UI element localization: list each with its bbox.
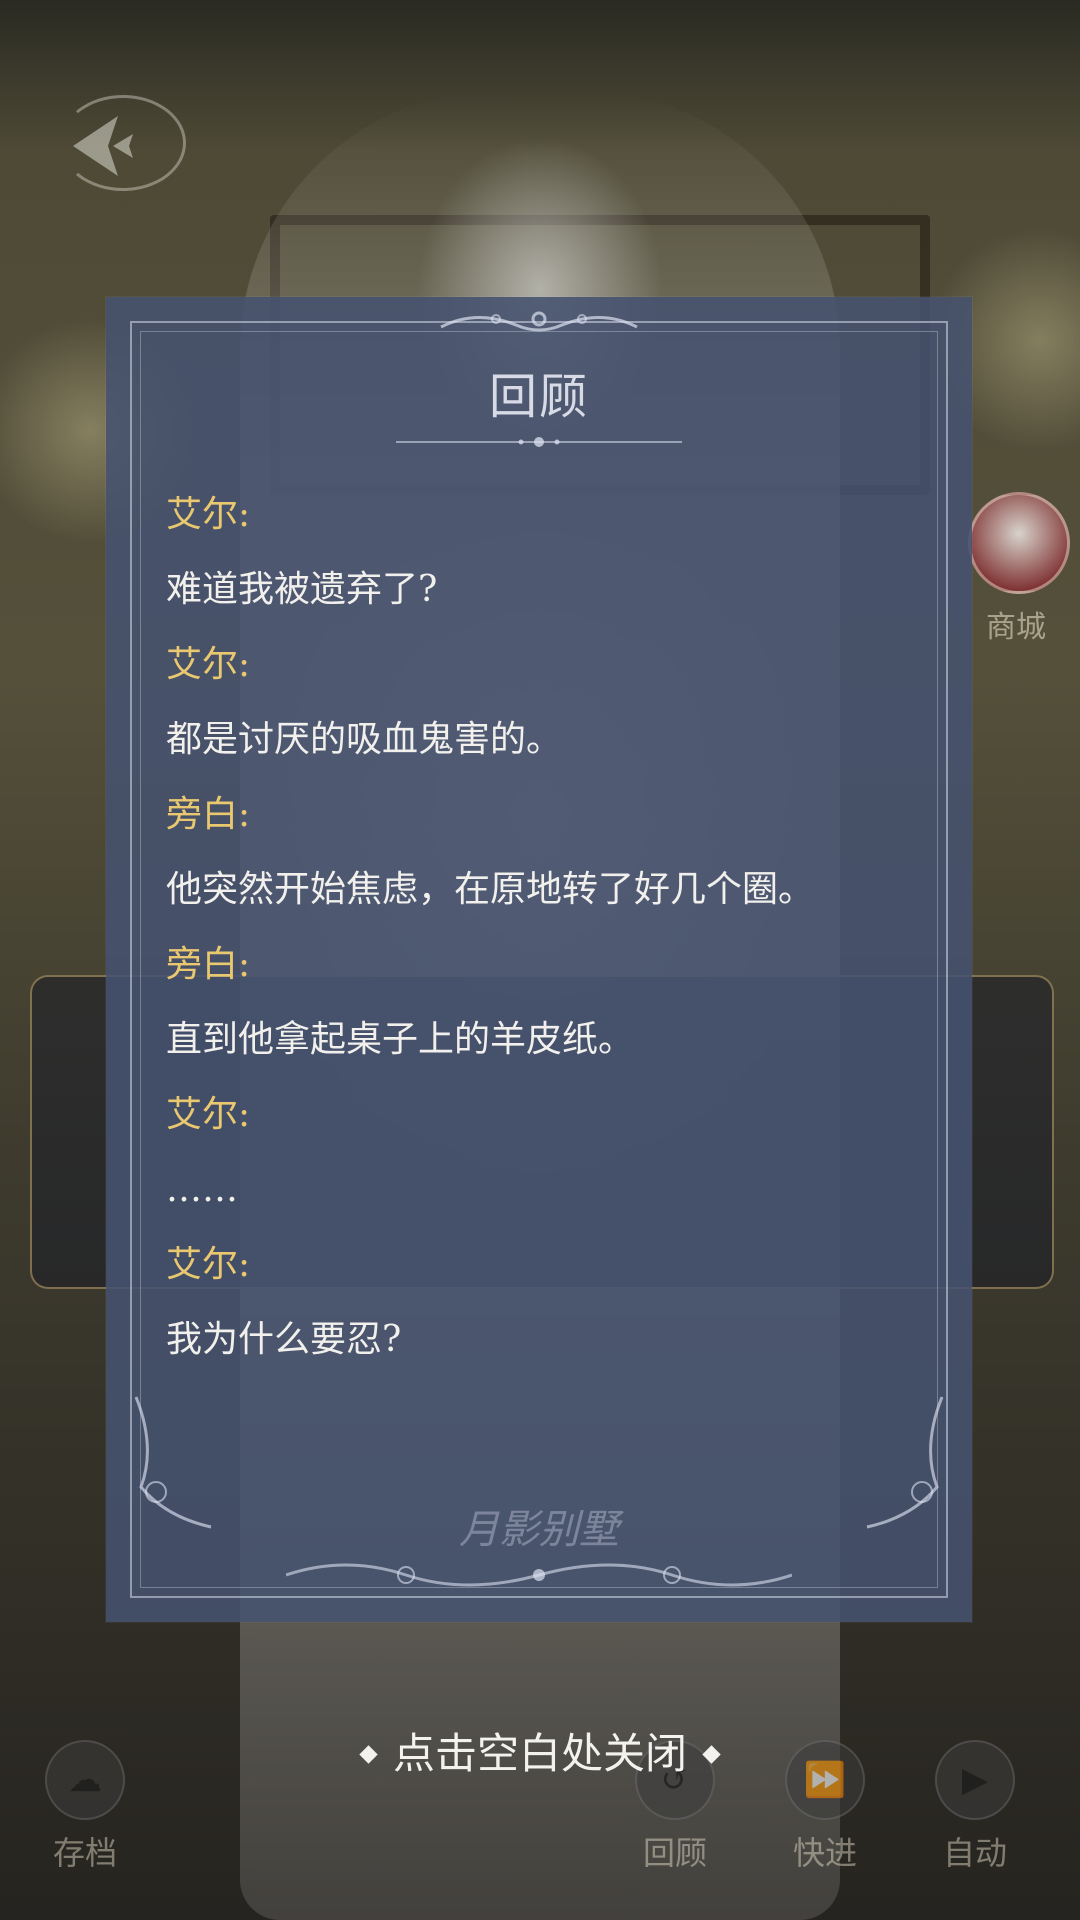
back-button[interactable] [60,95,186,191]
game-logo-watermark: 月影别墅 [459,1507,619,1553]
top-ornament-icon [440,311,638,332]
shop-label: 商城 [986,610,1046,645]
save-label: 存档 [52,1834,117,1872]
dialogue-line: …… [166,1169,238,1210]
review-entry: 旁白: 直到他拿起桌子上的羊皮纸。 [166,927,906,1077]
review-panel[interactable]: 回顾 艾尔: 难道我被遗弃了? 艾尔: 都是讨厌的吸血鬼害的。 旁白: 他突然开… [106,297,972,1622]
panel-title: 回顾 [488,369,589,425]
title-divider-icon [396,437,682,447]
speaker-name: 艾尔: [166,1094,251,1135]
dialogue-line: 他突然开始焦虑，在原地转了好几个圈。 [166,869,815,910]
speaker-name: 旁白: [166,794,251,835]
speaker-name: 艾尔: [166,644,251,685]
corner-ornament-icon [134,1396,212,1529]
review-entry: 艾尔: 难道我被遗弃了? [166,477,906,627]
dialogue-line: 难道我被遗弃了? [166,569,438,610]
close-hint-text: 点击空白处关闭 [392,1729,687,1778]
speaker-name: 艾尔: [166,494,251,535]
auto-label: 自动 [942,1834,1007,1872]
review-entry: 旁白: 他突然开始焦虑，在原地转了好几个圈。 [166,777,906,927]
shop-avatar [968,492,1070,594]
speaker-name: 艾尔: [166,1244,251,1285]
bottom-ornament-icon [286,1563,792,1587]
speaker-name: 旁白: [166,944,251,985]
dialogue-line: 我为什么要忍? [166,1319,402,1360]
fast-forward-label: 快进 [792,1834,857,1872]
review-label: 回顾 [642,1834,707,1872]
dialogue-line: 直到他拿起桌子上的羊皮纸。 [166,1019,635,1060]
back-arrow-icon [73,116,133,176]
review-entry: 艾尔: 都是讨厌的吸血鬼害的。 [166,627,906,777]
corner-ornament-icon [866,1396,944,1529]
tap-to-close-hint[interactable]: 点击空白处关闭 [0,1720,1080,1781]
review-entry-list[interactable]: 艾尔: 难道我被遗弃了? 艾尔: 都是讨厌的吸血鬼害的。 旁白: 他突然开始焦虑… [166,477,906,1377]
diamond-icon [702,1744,721,1764]
review-entry: 艾尔: …… [166,1077,906,1227]
review-entry: 艾尔: 我为什么要忍? [166,1227,906,1377]
dialogue-line: 都是讨厌的吸血鬼害的。 [166,719,563,760]
diamond-icon [359,1744,378,1764]
shop-button[interactable]: 商城 [968,492,1070,645]
